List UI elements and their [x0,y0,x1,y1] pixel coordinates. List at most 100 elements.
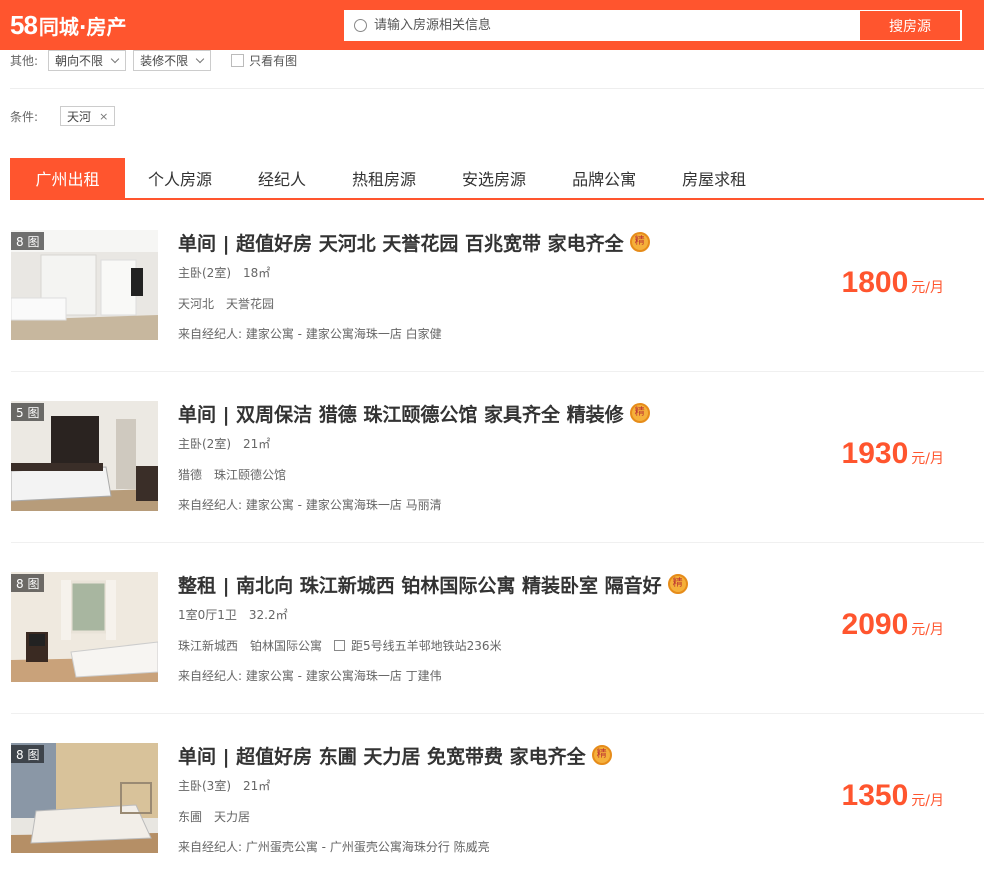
room-area: 21㎡ [243,437,271,451]
price-unit: 元/月 [911,622,944,638]
room-type: 主卧(2室) [178,437,231,451]
room-type: 主卧(2室) [178,266,231,280]
photo-count-badge: 5 图 [11,403,45,421]
orientation-select-value: 朝向不限 [55,54,104,68]
metro-distance: 距5号线五羊邨地铁站236米 [351,639,502,653]
filter-other-row: 其他: 朝向不限 装修不限 只看有图 [10,50,297,71]
tab-brand-apartment[interactable]: 品牌公寓 [549,158,659,198]
tab-wanted[interactable]: 房屋求租 [659,158,769,198]
listing-title-text: 单间 | 超值好房 东圃 天力居 免宽带费 家电齐全 [178,745,586,768]
decoration-select-value: 装修不限 [140,54,189,68]
listing-divider [11,371,984,372]
listing-title-text: 单间 | 超值好房 天河北 天誉花园 百兆宽带 家电齐全 [178,232,624,255]
orientation-select[interactable]: 朝向不限 [48,50,127,71]
listing-title[interactable]: 单间 | 超值好房 天河北 天誉花园 百兆宽带 家电齐全 精 [178,230,650,255]
logo-text: 同城·房产 [38,14,127,39]
listing-source: 来自经纪人: 建家公寓 - 建家公寓海珠一店 白家健 [178,327,442,341]
filter-other-label: 其他: [10,54,39,68]
listing-source: 来自经纪人: 建家公寓 - 建家公寓海珠一店 马丽清 [178,498,442,512]
photo-count-badge: 8 图 [11,745,45,763]
tab-guangzhou-rent[interactable]: 广州出租 [10,158,125,198]
close-icon[interactable]: × [99,110,108,123]
listing-item[interactable]: 8 图 单间 | 超值好房 东圃 天力居 免宽带费 家电齐全 精 主卧(3室) … [11,743,984,855]
room-area: 21㎡ [243,779,271,793]
listing-price: 1800 元/月 [842,266,944,300]
condition-tag[interactable]: 天河 × [60,106,116,126]
listing-title-text: 单间 | 双周保洁 猎德 珠江颐德公馆 家具齐全 精装修 [178,403,624,426]
listing-source: 来自经纪人: 广州蛋壳公寓 - 广州蛋壳公寓海珠分行 陈威亮 [178,840,490,854]
listing-item[interactable]: 8 图 单间 | 超值好房 天河北 天誉花园 百兆宽带 家电齐全 精 主卧(2室… [11,230,984,342]
listing-price: 2090 元/月 [842,608,944,642]
community-link[interactable]: 珠江颐德公馆 [214,466,286,483]
district-link[interactable]: 猎德 [178,466,202,483]
listing-tabs: 广州出租 个人房源 经纪人 热租房源 安选房源 品牌公寓 房屋求租 [10,158,984,200]
listing-item[interactable]: 5 图 单间 | 双周保洁 猎德 珠江颐德公馆 家具齐全 精装修 精 主卧(2室… [11,401,984,513]
photo-count-badge: 8 图 [11,232,45,250]
district-link[interactable]: 天河北 [178,295,214,312]
room-area: 32.2㎡ [248,608,288,622]
filter-condition-row: 条件: 天河 × [10,106,116,126]
chevron-down-icon [110,54,120,64]
listing-title[interactable]: 单间 | 双周保洁 猎德 珠江颐德公馆 家具齐全 精装修 精 [178,401,650,426]
tab-agent[interactable]: 经纪人 [235,158,329,198]
featured-badge-icon: 精 [629,232,650,252]
community-link[interactable]: 天誉花园 [226,295,274,312]
listing-location: 珠江新城西 铂林国际公寓 距5号线五羊邨地铁站236米 [178,637,502,654]
listing-price: 1350 元/月 [842,779,944,813]
listing-photo[interactable]: 8 图 [11,572,158,682]
featured-badge-icon: 精 [667,574,688,594]
price-value: 1800 [841,266,909,299]
listing-title[interactable]: 单间 | 超值好房 东圃 天力居 免宽带费 家电齐全 精 [178,743,612,768]
price-value: 2090 [841,608,909,641]
listing-source: 来自经纪人: 建家公寓 - 建家公寓海珠一店 丁建伟 [178,669,442,683]
listing-price: 1930 元/月 [842,437,944,471]
tab-verified[interactable]: 安选房源 [439,158,549,198]
price-unit: 元/月 [911,280,944,296]
filter-divider [10,88,984,89]
price-unit: 元/月 [911,451,944,467]
only-with-photo-checkbox[interactable] [231,54,245,67]
chevron-down-icon [195,54,205,64]
featured-badge-icon: 精 [629,403,650,423]
room-type: 1室0厅1卫 [178,608,237,622]
price-unit: 元/月 [911,793,944,809]
district-link[interactable]: 东圃 [178,808,202,825]
listing-title[interactable]: 整租 | 南北向 珠江新城西 铂林国际公寓 精装卧室 隔音好 精 [178,572,688,597]
district-link[interactable]: 珠江新城西 [178,637,238,654]
filter-condition-label: 条件: [10,109,39,124]
photo-count-badge: 8 图 [11,574,45,592]
metro-icon [334,640,346,651]
site-header: 58 同城·房产 搜房源 [0,0,984,50]
listing-item[interactable]: 8 图 整租 | 南北向 珠江新城西 铂林国际公寓 精装卧室 隔音好 精 1室0… [11,572,984,684]
listing-divider [11,542,984,543]
only-with-photo-label[interactable]: 只看有图 [249,52,297,69]
search-button[interactable]: 搜房源 [860,11,960,40]
decoration-select[interactable]: 装修不限 [133,50,212,71]
featured-badge-icon: 精 [591,745,612,765]
listing-room-info: 主卧(2室) 18㎡ [178,264,270,281]
listing-photo[interactable]: 8 图 [11,743,158,853]
listing-location: 东圃 天力居 [178,808,250,825]
listing-location: 猎德 珠江颐德公馆 [178,466,286,483]
tab-personal[interactable]: 个人房源 [125,158,235,198]
listing-photo[interactable]: 5 图 [11,401,158,511]
price-value: 1930 [841,437,909,470]
site-logo[interactable]: 58 同城·房产 [10,9,127,41]
logo-number: 58 [10,9,38,40]
room-area: 18㎡ [243,266,271,280]
room-type: 主卧(3室) [178,779,231,793]
listing-location: 天河北 天誉花园 [178,295,274,312]
listing-title-text: 整租 | 南北向 珠江新城西 铂林国际公寓 精装卧室 隔音好 [178,574,662,597]
tab-hot[interactable]: 热租房源 [329,158,439,198]
search-box: 搜房源 [343,9,963,42]
price-value: 1350 [841,779,909,812]
listing-room-info: 主卧(2室) 21㎡ [178,435,270,452]
listing-room-info: 1室0厅1卫 32.2㎡ [178,606,288,623]
community-link[interactable]: 天力居 [214,808,250,825]
community-link[interactable]: 铂林国际公寓 [250,637,322,654]
listing-photo[interactable]: 8 图 [11,230,158,340]
search-icon [354,19,367,32]
listing-divider [11,713,984,714]
search-input[interactable] [374,10,854,41]
condition-tag-label: 天河 [67,109,92,124]
